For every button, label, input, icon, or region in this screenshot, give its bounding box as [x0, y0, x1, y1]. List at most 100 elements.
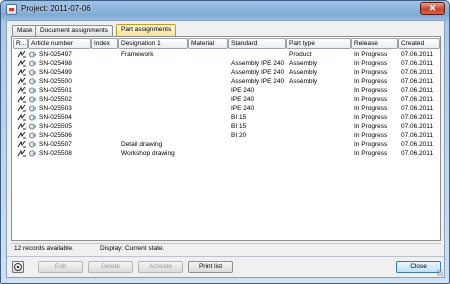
cell-release: In Progress — [354, 87, 388, 94]
release-status-icon — [17, 149, 27, 157]
cell-release: In Progress — [354, 141, 388, 148]
help-button[interactable] — [12, 261, 24, 273]
table-row[interactable]: SN-025508 Workshop drawing In Progress 07.0… — [13, 149, 440, 158]
release-status-icon — [17, 50, 27, 58]
release-status-cell — [13, 131, 28, 140]
release-status-cell — [13, 113, 28, 122]
table-row[interactable]: SN-025506 BI 20 In Progress 07.06.2011 — [13, 131, 440, 140]
cell-designation — [121, 113, 188, 122]
table-row[interactable]: SN-025499 Assembly IPE 240 Assembly In Prog… — [13, 68, 440, 77]
cell-material — [191, 149, 228, 158]
cell-article: SN-025498 — [29, 59, 89, 68]
cell-index — [94, 86, 118, 95]
col-header-part-type[interactable]: Part type — [286, 38, 351, 49]
cell-designation — [121, 68, 188, 77]
part-icon — [29, 51, 37, 58]
part-icon — [29, 141, 37, 148]
cell-part-type: Assembly — [289, 69, 318, 76]
dialog-body: Mask Document assignments Part assignmen… — [6, 20, 445, 278]
cell-material — [191, 86, 228, 95]
cell-index — [94, 113, 118, 122]
table-row[interactable]: SN-025502 IPE 240 In Progress 07.06.2011 — [13, 95, 440, 104]
part-icon — [29, 69, 37, 76]
part-icon — [29, 96, 37, 103]
cell-standard — [231, 140, 286, 149]
release-status-cell — [13, 86, 28, 95]
edit-button[interactable]: Edit — [38, 261, 83, 273]
cell-part-type: Product — [289, 51, 312, 58]
cell-release: In Progress — [354, 114, 388, 121]
resize-grip-icon[interactable] — [437, 270, 443, 276]
col-header-r[interactable]: R... — [13, 38, 28, 49]
part-icon — [29, 105, 37, 112]
part-icon — [29, 132, 37, 139]
table-row[interactable]: SN-025500 Assembly IPE 240 Assembly In Prog… — [13, 77, 440, 86]
activate-button[interactable]: Activate — [138, 261, 183, 273]
article-number-text: SN-025507 — [39, 141, 72, 148]
cell-part-type: Assembly — [289, 60, 318, 67]
article-number-text: SN-025500 — [39, 78, 72, 85]
cell-created: 07.06.2011 — [401, 141, 434, 148]
table-row[interactable]: SN-025507 Detail drawing In Progress 07.06.… — [13, 140, 440, 149]
col-header-designation[interactable]: Designation 1 — [118, 38, 188, 49]
cell-standard: BI 15 — [231, 114, 247, 121]
article-number-text: SN-025503 — [39, 105, 72, 112]
tab-part-assignments[interactable]: Part assignments — [116, 24, 177, 36]
table-row[interactable]: SN-025505 BI 15 In Progress 07.06.2011 — [13, 122, 440, 131]
cell-material — [191, 50, 228, 59]
release-status-icon — [17, 104, 27, 112]
cell-created: 07.06.2011 — [401, 105, 434, 112]
table-row[interactable]: SN-025503 IPE 240 In Progress 07.06.2011 — [13, 104, 440, 113]
cell-part-type — [289, 131, 351, 140]
article-number-text: SN-025504 — [39, 114, 72, 121]
release-status-cell — [13, 149, 28, 158]
status-divider — [11, 243, 441, 244]
cell-article: SN-025500 — [29, 77, 89, 86]
cell-index — [94, 95, 118, 104]
table-row[interactable]: SN-025498 Assembly IPE 240 Assembly In Prog… — [13, 59, 440, 68]
cell-designation — [121, 59, 188, 68]
cell-index — [94, 149, 118, 158]
col-header-release[interactable]: Release — [351, 38, 398, 49]
cell-designation: Workshop drawing — [121, 150, 175, 157]
cell-created: 07.06.2011 — [401, 132, 434, 139]
tab-mask[interactable]: Mask — [12, 25, 38, 36]
col-header-created[interactable]: Created — [398, 38, 440, 49]
window-close-button[interactable]: ✕ — [420, 2, 445, 15]
table-row[interactable]: SN-025497 Framework Product In Progress 07.0… — [13, 50, 440, 59]
cell-standard — [231, 149, 286, 158]
cell-created: 07.06.2011 — [401, 69, 434, 76]
release-status-cell — [13, 104, 28, 113]
cell-release: In Progress — [354, 51, 388, 58]
table-row[interactable]: SN-025501 IPE 240 In Progress 07.06.2011 — [13, 86, 440, 95]
help-icon — [14, 263, 22, 271]
part-icon — [29, 150, 37, 157]
print-list-button[interactable]: Print list — [188, 261, 233, 273]
col-header-article-number[interactable]: Article number — [28, 38, 91, 49]
project-window: Project: 2011-07-06 ✕ Mask Document assi… — [0, 0, 450, 284]
cell-created: 07.06.2011 — [401, 51, 434, 58]
cell-article: SN-025499 — [29, 68, 89, 77]
table-row[interactable]: SN-025504 BI 15 In Progress 07.06.2011 — [13, 113, 440, 122]
col-header-index[interactable]: Index — [91, 38, 118, 49]
cell-designation — [121, 131, 188, 140]
cell-release: In Progress — [354, 150, 388, 157]
part-table: R... Article number Index Designation 1 Mate… — [13, 38, 440, 157]
col-header-standard[interactable]: Standard — [228, 38, 286, 49]
col-header-material[interactable]: Material — [188, 38, 228, 49]
table-body[interactable]: SN-025497 Framework Product In Progress 07.0… — [13, 50, 440, 158]
delete-button[interactable]: Delete — [88, 261, 133, 273]
cell-designation: Framework — [121, 51, 154, 58]
cell-designation — [121, 95, 188, 104]
cell-part-type — [289, 122, 351, 131]
release-status-icon — [17, 131, 27, 139]
release-status-cell — [13, 68, 28, 77]
part-icon — [29, 87, 37, 94]
release-status-cell — [13, 122, 28, 131]
tab-document-assignments[interactable]: Document assignments — [35, 25, 113, 36]
cell-designation — [121, 77, 188, 86]
close-button[interactable]: Close — [396, 261, 441, 273]
cell-part-type — [289, 113, 351, 122]
title-bar[interactable]: Project: 2011-07-06 ✕ — [1, 1, 449, 19]
cell-index — [94, 77, 118, 86]
